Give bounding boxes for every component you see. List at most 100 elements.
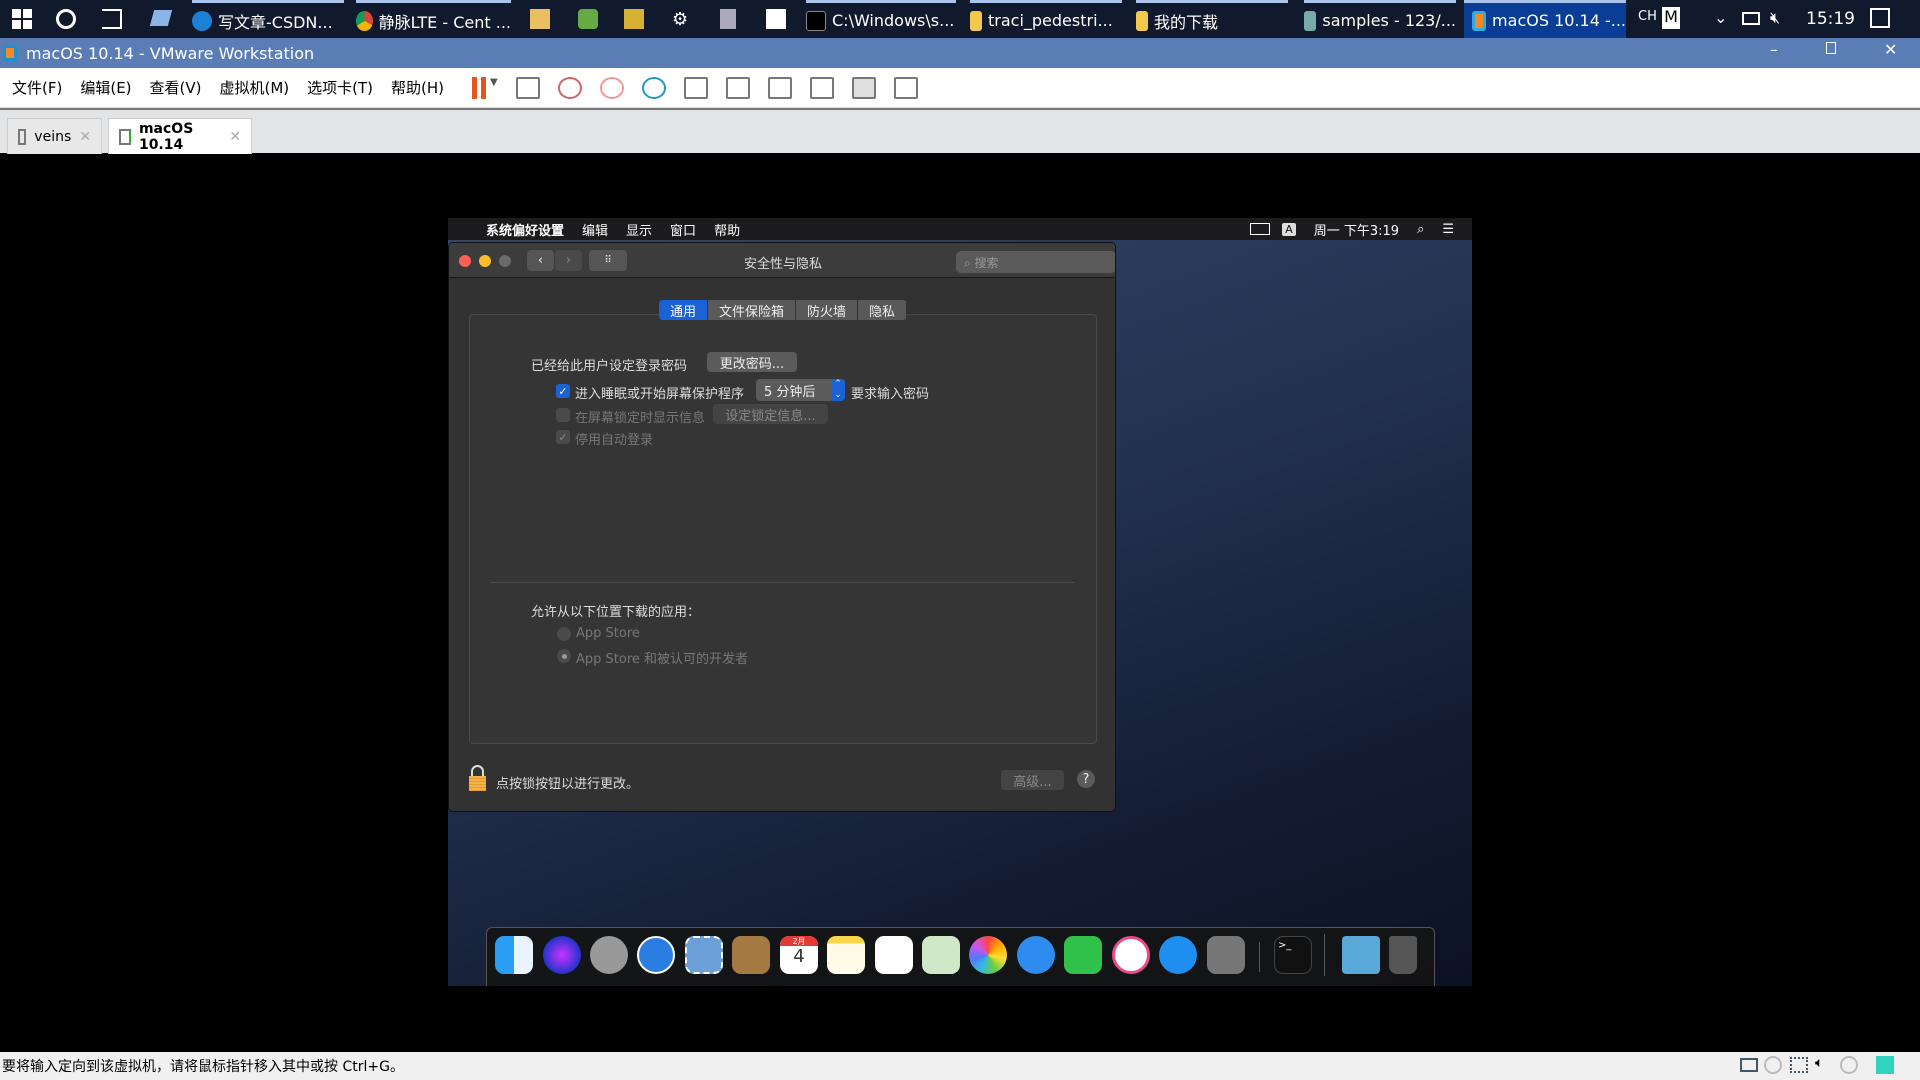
mail-icon[interactable] xyxy=(685,936,723,974)
reminders-icon[interactable] xyxy=(875,936,913,974)
downloads-folder-icon[interactable] xyxy=(1342,936,1380,974)
messages-icon[interactable] xyxy=(1017,936,1055,974)
terminal-icon[interactable]: >_ xyxy=(1274,936,1312,974)
network-icon[interactable] xyxy=(1790,1057,1808,1073)
usb-icon[interactable] xyxy=(1840,1056,1858,1074)
menu-view[interactable]: 显示 xyxy=(626,220,652,239)
menu-edit[interactable]: 编辑 xyxy=(582,220,608,239)
app-icon[interactable] xyxy=(149,10,173,26)
trash-icon[interactable] xyxy=(1389,936,1417,974)
snapshot-manager-icon[interactable] xyxy=(641,76,666,99)
launchpad-icon[interactable] xyxy=(590,936,628,974)
sound-icon[interactable]: 🔈︎ xyxy=(1815,1055,1823,1071)
stretch-view-icon[interactable] xyxy=(893,76,918,99)
ime-mode-icon[interactable]: M xyxy=(1662,7,1680,29)
menubar-clock[interactable]: 周一 下午3:19 xyxy=(1314,220,1399,239)
itunes-icon[interactable] xyxy=(1112,936,1150,974)
photos-icon[interactable] xyxy=(969,936,1007,974)
taskbar-item-chrome[interactable]: 静脉LTE - Cent ... xyxy=(356,0,511,38)
tab-general[interactable]: 通用 xyxy=(659,300,709,320)
require-password-checkbox[interactable]: ✓ xyxy=(556,384,570,398)
revert-snapshot-icon[interactable] xyxy=(599,76,624,99)
notification-center-icon[interactable]: ☰ xyxy=(1442,222,1454,237)
menu-help[interactable]: 帮助 xyxy=(714,220,740,239)
app-icon[interactable] xyxy=(530,9,550,29)
windows-start-icon[interactable] xyxy=(12,9,32,29)
siri-icon[interactable] xyxy=(543,936,581,974)
notification-icon[interactable] xyxy=(1870,8,1890,28)
radio-app-store[interactable] xyxy=(557,627,571,641)
change-password-button[interactable]: 更改密码... xyxy=(707,352,797,372)
menu-edit[interactable]: 编辑(E) xyxy=(80,77,131,98)
cortana-icon[interactable] xyxy=(56,9,76,29)
menu-window[interactable]: 窗口 xyxy=(670,220,696,239)
macos-screen[interactable]: 系统偏好设置 编辑 显示 窗口 帮助 A 周一 下午3:19 ⌕ ☰ ‹ › ⠿… xyxy=(448,218,1472,986)
show-message-checkbox[interactable] xyxy=(556,408,570,422)
unity-icon[interactable] xyxy=(809,76,834,99)
help-button[interactable]: ? xyxy=(1077,770,1095,788)
menu-help[interactable]: 帮助(H) xyxy=(391,77,444,98)
menu-vm[interactable]: 虚拟机(M) xyxy=(220,77,290,98)
fullscreen-icon[interactable] xyxy=(767,76,792,99)
ime-indicator[interactable]: CH xyxy=(1638,9,1657,24)
calendar-icon[interactable]: 2月 4 xyxy=(780,936,818,974)
restore-button[interactable] xyxy=(1826,42,1836,54)
search-input[interactable]: ⌕ 搜索 xyxy=(956,251,1115,273)
taskbar-item-vmware[interactable]: macOS 10.14 -... xyxy=(1464,0,1626,38)
app-icon[interactable] xyxy=(720,9,736,29)
cd-icon[interactable] xyxy=(1764,1056,1782,1074)
minimize-button[interactable]: – xyxy=(1770,40,1778,59)
menu-file[interactable]: 文件(F) xyxy=(12,77,62,98)
notes-icon[interactable] xyxy=(827,936,865,974)
delay-select[interactable]: 5 分钟后 ⌃ ⌄ xyxy=(756,379,845,401)
tab-veins[interactable]: veins ✕ xyxy=(7,118,102,154)
disable-autologin-checkbox[interactable]: ✓ xyxy=(556,430,570,444)
console-view-icon[interactable] xyxy=(851,76,876,99)
close-button[interactable]: ✕ xyxy=(1884,40,1897,59)
battery-icon[interactable] xyxy=(1742,12,1760,25)
contacts-icon[interactable] xyxy=(732,936,770,974)
menu-view[interactable]: 查看(V) xyxy=(150,77,202,98)
advanced-button[interactable]: 高级... xyxy=(1001,770,1064,790)
tab-privacy[interactable]: 隐私 xyxy=(858,300,908,320)
display-icon[interactable] xyxy=(1250,223,1271,235)
task-view-icon[interactable] xyxy=(102,9,122,29)
close-tab-icon[interactable]: ✕ xyxy=(229,129,241,145)
safari-icon[interactable] xyxy=(637,936,675,974)
input-source[interactable]: A xyxy=(1282,222,1296,236)
thumbnail-view-icon[interactable] xyxy=(725,76,750,99)
message-icon[interactable] xyxy=(1876,1056,1894,1074)
library-view-icon[interactable] xyxy=(683,76,708,99)
hard-disk-icon[interactable] xyxy=(1740,1058,1758,1072)
menu-tabs[interactable]: 选项卡(T) xyxy=(307,77,373,98)
settings-icon[interactable]: ⚙ xyxy=(672,9,688,30)
set-lock-message-button[interactable]: 设定锁定信息... xyxy=(713,404,828,424)
mute-icon[interactable]: 🔇︎ xyxy=(1770,8,1780,28)
send-ctrl-alt-del-icon[interactable] xyxy=(515,76,540,99)
menu-app[interactable]: 系统偏好设置 xyxy=(486,220,564,239)
app-icon[interactable] xyxy=(578,9,598,29)
tab-filevault[interactable]: 文件保险箱 xyxy=(708,300,797,320)
pause-button[interactable]: ▼ xyxy=(472,76,498,99)
clock[interactable]: 15:19 xyxy=(1806,9,1855,29)
snapshot-icon[interactable] xyxy=(557,76,582,99)
app-icon[interactable] xyxy=(624,9,644,29)
facetime-icon[interactable] xyxy=(1064,936,1102,974)
spotlight-icon[interactable]: ⌕ xyxy=(1417,222,1424,237)
store-icon[interactable] xyxy=(766,9,786,29)
maps-icon[interactable] xyxy=(922,936,960,974)
taskbar-item-downloads[interactable]: 我的下载 xyxy=(1136,0,1288,38)
taskbar-item-samples[interactable]: samples - 123/... xyxy=(1304,0,1456,38)
finder-icon[interactable] xyxy=(495,936,533,974)
system-preferences-icon[interactable] xyxy=(1207,936,1245,974)
tab-firewall[interactable]: 防火墙 xyxy=(796,300,859,320)
app-store-icon[interactable] xyxy=(1159,936,1197,974)
radio-identified-developers[interactable] xyxy=(557,649,571,663)
chevron-up-icon[interactable]: ⌄ xyxy=(1714,8,1727,27)
taskbar-item-csdn[interactable]: 写文章-CSDN... xyxy=(192,0,344,38)
lock-icon[interactable] xyxy=(469,765,486,791)
tab-macos[interactable]: macOS 10.14 ✕ xyxy=(108,118,252,154)
close-tab-icon[interactable]: ✕ xyxy=(79,129,91,145)
taskbar-item-cmd[interactable]: C:\Windows\s... xyxy=(806,0,956,38)
taskbar-item-folder[interactable]: traci_pedestri... xyxy=(970,0,1122,38)
